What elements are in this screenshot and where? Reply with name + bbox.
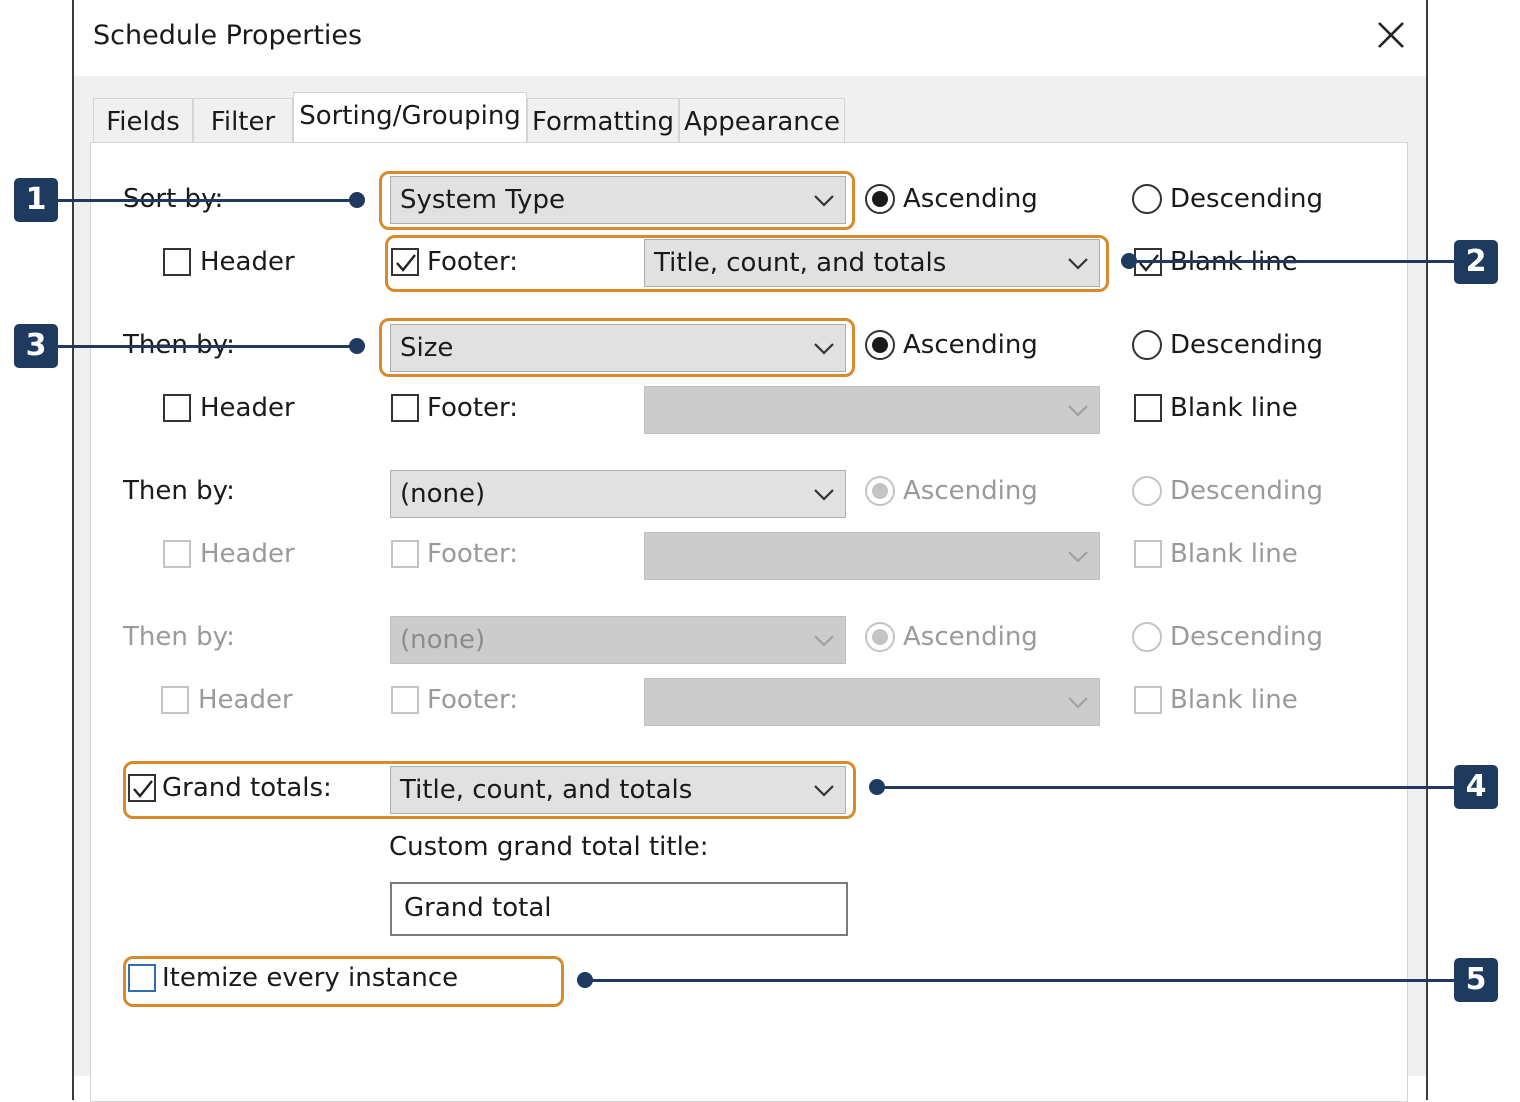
then-by-1-ascending-radio[interactable] xyxy=(865,330,895,360)
callout-2-leader xyxy=(1128,260,1454,263)
callout-3-leader xyxy=(58,345,358,348)
callout-1-dot xyxy=(349,192,365,208)
then-by-1-descending-label: Descending xyxy=(1170,330,1324,360)
then-by-3-footer-dropdown xyxy=(644,678,1100,726)
then-by-2-footer-dropdown xyxy=(644,532,1100,580)
then-by-1-header-checkbox[interactable] xyxy=(163,394,191,422)
then-by-1-footer-dropdown xyxy=(644,386,1100,434)
highlight-then-by xyxy=(379,318,855,377)
checkmark-icon xyxy=(1139,254,1159,272)
then-by-3-header-label: Header xyxy=(198,685,293,715)
sort-by-header-checkbox[interactable] xyxy=(163,248,191,276)
highlight-grand-totals xyxy=(123,761,856,819)
custom-grand-total-title-input[interactable]: Grand total xyxy=(390,882,848,936)
then-by-2-footer-checkbox xyxy=(391,540,419,568)
then-by-3-label: Then by: xyxy=(123,622,235,652)
then-by-3-dropdown: (none) xyxy=(390,616,846,664)
callout-5-dot xyxy=(577,972,593,988)
then-by-2-ascending-label: Ascending xyxy=(903,476,1038,506)
callout-4: 4 xyxy=(1454,765,1498,809)
then-by-3-descending-label: Descending xyxy=(1170,622,1324,652)
chevron-down-icon xyxy=(814,635,834,647)
then-by-2-value: (none) xyxy=(400,479,486,509)
tab-formatting[interactable]: Formatting xyxy=(527,98,679,142)
highlight-footer xyxy=(385,235,1109,292)
then-by-1-blank-line-checkbox[interactable] xyxy=(1134,394,1162,422)
chevron-down-icon xyxy=(1068,551,1088,563)
then-by-2-ascending-radio xyxy=(865,476,895,506)
then-by-2-descending-label: Descending xyxy=(1170,476,1324,506)
callout-3: 3 xyxy=(14,324,58,368)
then-by-3-descending-radio xyxy=(1132,622,1162,652)
tab-sorting-grouping[interactable]: Sorting/Grouping xyxy=(293,92,527,142)
callout-2: 2 xyxy=(1454,240,1498,284)
sort-by-header-label: Header xyxy=(200,247,295,277)
then-by-3-value: (none) xyxy=(400,625,486,655)
then-by-2-blank-line-checkbox xyxy=(1134,540,1162,568)
callout-5-leader xyxy=(584,979,1454,982)
then-by-2-footer-label: Footer: xyxy=(427,539,519,569)
sort-by-descending-radio[interactable] xyxy=(1132,184,1162,214)
callout-4-leader xyxy=(876,786,1454,789)
chevron-down-icon xyxy=(1068,697,1088,709)
close-icon[interactable] xyxy=(1374,18,1408,52)
then-by-2-descending-radio xyxy=(1132,476,1162,506)
then-by-3-footer-label: Footer: xyxy=(427,685,519,715)
then-by-2-label: Then by: xyxy=(123,476,235,506)
tab-filter[interactable]: Filter xyxy=(193,98,293,142)
then-by-1-footer-checkbox[interactable] xyxy=(391,394,419,422)
chevron-down-icon xyxy=(1068,405,1088,417)
then-by-3-footer-checkbox xyxy=(391,686,419,714)
callout-2-dot xyxy=(1121,253,1137,269)
then-by-1-blank-line-label: Blank line xyxy=(1170,393,1298,423)
then-by-2-header-label: Header xyxy=(200,539,295,569)
sort-by-descending-label: Descending xyxy=(1170,184,1324,214)
then-by-1-header-label: Header xyxy=(200,393,295,423)
callout-1-leader xyxy=(58,199,358,202)
then-by-2-header-checkbox xyxy=(163,540,191,568)
highlight-sort-by xyxy=(379,171,855,230)
highlight-itemize xyxy=(123,956,564,1007)
chevron-down-icon xyxy=(814,489,834,501)
tab-fields[interactable]: Fields xyxy=(93,98,193,142)
then-by-1-footer-label: Footer: xyxy=(427,393,519,423)
then-by-3-header-checkbox xyxy=(161,686,189,714)
callout-3-dot xyxy=(349,338,365,354)
then-by-3-blank-line-checkbox xyxy=(1134,686,1162,714)
callout-4-dot xyxy=(869,779,885,795)
dialog-title: Schedule Properties xyxy=(93,20,363,51)
sort-by-ascending-radio[interactable] xyxy=(865,184,895,214)
custom-grand-total-title-label: Custom grand total title: xyxy=(389,832,709,862)
then-by-2-dropdown[interactable]: (none) xyxy=(390,470,846,518)
then-by-1-ascending-label: Ascending xyxy=(903,330,1038,360)
callout-5: 5 xyxy=(1454,958,1498,1002)
sort-by-ascending-label: Ascending xyxy=(903,184,1038,214)
then-by-3-ascending-radio xyxy=(865,622,895,652)
then-by-3-ascending-label: Ascending xyxy=(903,622,1038,652)
then-by-3-blank-line-label: Blank line xyxy=(1170,685,1298,715)
tab-appearance[interactable]: Appearance xyxy=(679,98,845,142)
callout-1: 1 xyxy=(14,178,58,222)
then-by-2-blank-line-label: Blank line xyxy=(1170,539,1298,569)
then-by-1-descending-radio[interactable] xyxy=(1132,330,1162,360)
